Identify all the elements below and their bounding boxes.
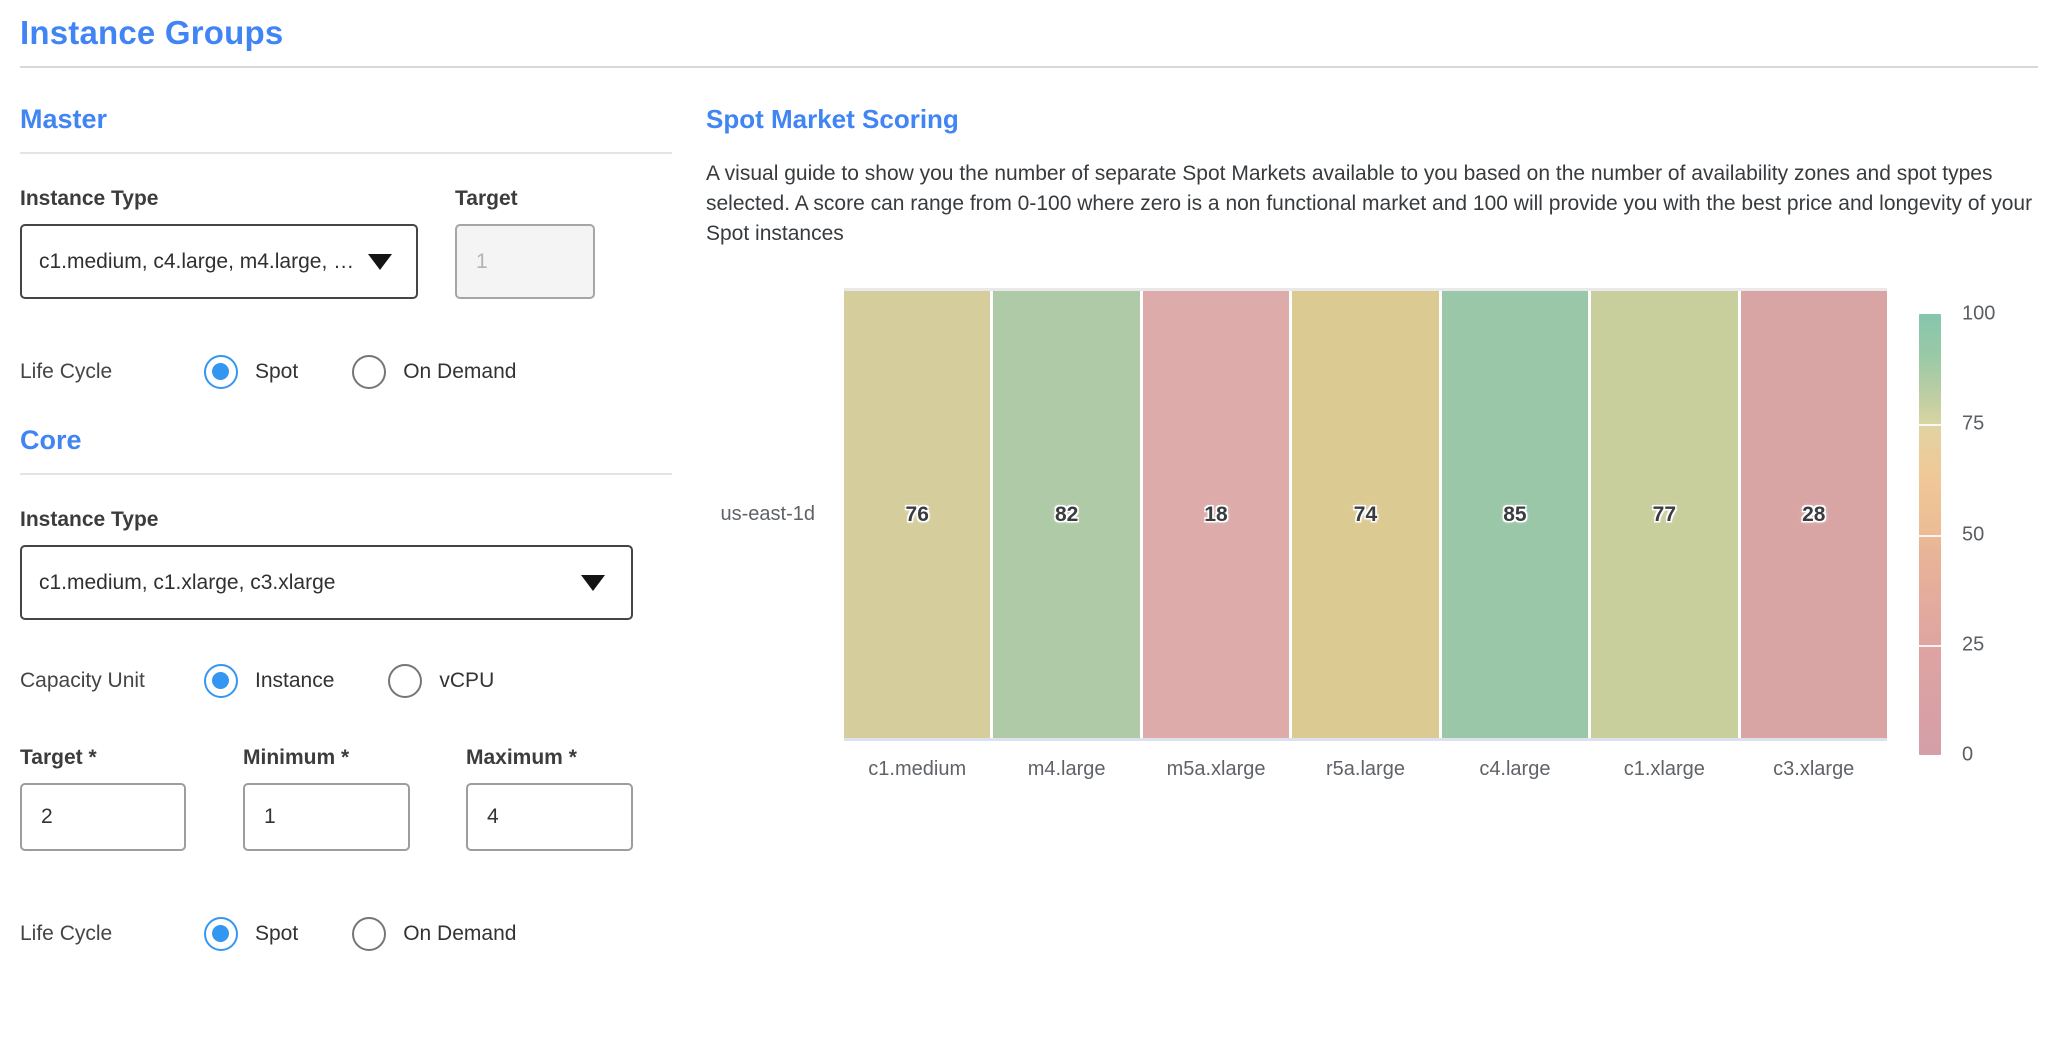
core-minimum-label: Minimum * bbox=[243, 746, 410, 770]
radio-unselected-icon bbox=[352, 355, 386, 389]
chevron-down-icon bbox=[581, 575, 605, 591]
master-life-cycle-option-spot[interactable]: Spot bbox=[204, 355, 298, 389]
page-title: Instance Groups bbox=[20, 14, 2038, 52]
heatmap-col-label: m4.large bbox=[993, 758, 1139, 781]
core-instance-type-label: Instance Type bbox=[20, 508, 672, 532]
scoring-heading: Spot Market Scoring bbox=[706, 104, 2038, 135]
chevron-down-icon bbox=[368, 254, 392, 270]
form-column: Master Instance Type c1.medium, c4.large… bbox=[20, 68, 672, 951]
instance-groups-page: Instance Groups Master Instance Type c1.… bbox=[0, 0, 2058, 951]
colorbar-tick-line bbox=[1919, 645, 1941, 647]
master-life-cycle-option-on-demand[interactable]: On Demand bbox=[352, 355, 516, 389]
core-target-input[interactable] bbox=[20, 783, 186, 851]
heatmap-col-label: r5a.large bbox=[1292, 758, 1438, 781]
master-instance-type-value: c1.medium, c4.large, m4.large, … bbox=[39, 250, 354, 274]
core-target-label: Target * bbox=[20, 746, 186, 770]
heatmap-col-label: c1.xlarge bbox=[1591, 758, 1737, 781]
heatmap-colorbar bbox=[1919, 314, 1941, 755]
heatmap-cell: 28 bbox=[1741, 291, 1887, 738]
heatmap-cell: 82 bbox=[993, 291, 1139, 738]
core-section-heading: Core bbox=[20, 425, 672, 456]
core-life-cycle-option-spot[interactable]: Spot bbox=[204, 917, 298, 951]
core-divider bbox=[20, 473, 672, 475]
heatmap-row-label: us-east-1d bbox=[721, 503, 816, 526]
master-section-heading: Master bbox=[20, 104, 672, 135]
master-target-label: Target bbox=[455, 187, 595, 211]
heatmap-col-label: c4.large bbox=[1442, 758, 1588, 781]
radio-selected-icon bbox=[204, 917, 238, 951]
colorbar-labels: 100 75 50 25 0 bbox=[1962, 314, 2022, 755]
master-instance-type-label: Instance Type bbox=[20, 187, 418, 211]
colorbar-tick-line bbox=[1919, 424, 1941, 426]
heatmap-cell: 76 bbox=[844, 291, 990, 738]
core-life-cycle-group: Life Cycle Spot On Demand bbox=[20, 917, 672, 951]
heatmap-x-axis: c1.medium m4.large m5a.xlarge r5a.large … bbox=[844, 758, 1887, 781]
master-target-input[interactable] bbox=[455, 224, 595, 299]
heatmap-plot: 76 82 18 74 85 77 28 bbox=[844, 288, 1887, 741]
heatmap-col-label: c1.medium bbox=[844, 758, 990, 781]
heatmap-col-label: m5a.xlarge bbox=[1143, 758, 1289, 781]
heatmap-cell: 74 bbox=[1292, 291, 1438, 738]
heatmap-cell: 77 bbox=[1591, 291, 1737, 738]
radio-unselected-icon bbox=[352, 917, 386, 951]
capacity-unit-label: Capacity Unit bbox=[20, 669, 204, 693]
heatmap-col-label: c3.xlarge bbox=[1741, 758, 1887, 781]
colorbar-tick-label: 25 bbox=[1962, 633, 1984, 656]
scoring-description: A visual guide to show you the number of… bbox=[706, 159, 2038, 249]
core-maximum-input[interactable] bbox=[466, 783, 633, 851]
colorbar-tick-label: 50 bbox=[1962, 523, 1984, 546]
core-life-cycle-label: Life Cycle bbox=[20, 922, 204, 946]
radio-selected-icon bbox=[204, 355, 238, 389]
master-instance-type-dropdown[interactable]: c1.medium, c4.large, m4.large, … bbox=[20, 224, 418, 299]
heatmap-cell: 85 bbox=[1442, 291, 1588, 738]
core-minimum-input[interactable] bbox=[243, 783, 410, 851]
scoring-column: Spot Market Scoring A visual guide to sh… bbox=[706, 68, 2038, 781]
spot-market-heatmap: us-east-1d 76 82 18 74 85 77 28 c1.mediu… bbox=[706, 288, 2038, 781]
capacity-unit-option-instance[interactable]: Instance bbox=[204, 664, 334, 698]
core-instance-type-value: c1.medium, c1.xlarge, c3.xlarge bbox=[39, 571, 335, 595]
radio-unselected-icon bbox=[388, 664, 422, 698]
master-life-cycle-group: Life Cycle Spot On Demand bbox=[20, 355, 672, 389]
colorbar-tick-line bbox=[1919, 535, 1941, 537]
capacity-unit-group: Capacity Unit Instance vCPU bbox=[20, 664, 672, 698]
master-life-cycle-label: Life Cycle bbox=[20, 360, 204, 384]
radio-selected-icon bbox=[204, 664, 238, 698]
core-life-cycle-option-on-demand[interactable]: On Demand bbox=[352, 917, 516, 951]
colorbar-tick-label: 0 bbox=[1962, 744, 1973, 767]
core-instance-type-dropdown[interactable]: c1.medium, c1.xlarge, c3.xlarge bbox=[20, 545, 633, 620]
heatmap-colorbar-wrap: 100 75 50 25 0 bbox=[1919, 314, 2022, 781]
colorbar-tick-label: 100 bbox=[1962, 303, 1995, 326]
core-maximum-label: Maximum * bbox=[466, 746, 633, 770]
heatmap-cell: 18 bbox=[1143, 291, 1289, 738]
colorbar-tick-label: 75 bbox=[1962, 413, 1984, 436]
capacity-unit-option-vcpu[interactable]: vCPU bbox=[388, 664, 494, 698]
